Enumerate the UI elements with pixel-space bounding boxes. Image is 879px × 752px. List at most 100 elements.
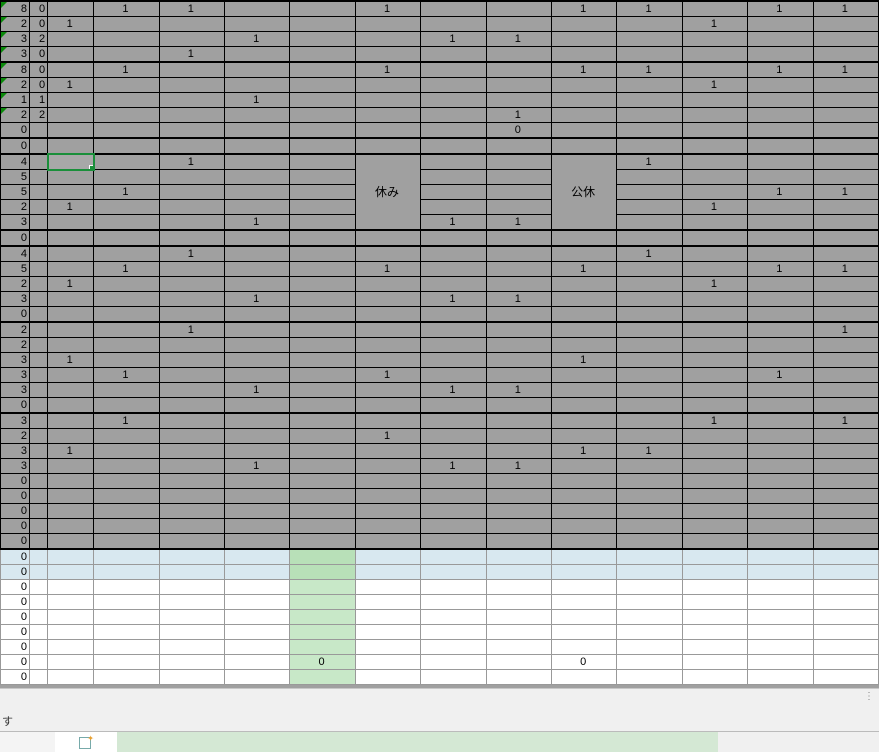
cell[interactable] [421,610,486,625]
cell[interactable] [290,610,355,625]
cell[interactable] [748,123,813,139]
cell[interactable] [551,246,616,262]
cell[interactable] [551,383,616,398]
cell-col-b[interactable] [29,534,47,550]
cell[interactable] [355,383,420,398]
cell[interactable] [748,640,813,655]
cell[interactable] [486,489,551,504]
cell[interactable] [813,17,878,32]
cell[interactable] [813,230,878,246]
cell[interactable] [682,519,747,534]
cell-col-b[interactable] [29,277,47,292]
cell[interactable] [813,47,878,63]
cell[interactable] [551,47,616,63]
cell[interactable] [682,398,747,414]
cell[interactable] [159,489,224,504]
cell[interactable] [355,459,420,474]
cell-col-b[interactable] [29,246,47,262]
cell-col-a[interactable]: 0 [1,230,30,246]
cell[interactable] [290,138,355,154]
cell[interactable] [355,78,420,93]
cell[interactable] [94,655,159,670]
cell[interactable] [290,246,355,262]
cell[interactable] [225,62,290,78]
cell[interactable] [813,383,878,398]
cell[interactable] [94,474,159,489]
cell-col-b[interactable] [29,123,47,139]
cell[interactable] [225,246,290,262]
cell[interactable] [225,108,290,123]
cell[interactable] [617,78,682,93]
cell[interactable] [290,62,355,78]
cell[interactable] [682,353,747,368]
cell[interactable] [486,610,551,625]
cell[interactable] [682,625,747,640]
cell[interactable] [290,595,355,610]
cell[interactable]: 1 [225,459,290,474]
cell[interactable] [355,670,420,685]
cell[interactable] [813,625,878,640]
cell[interactable]: 1 [748,185,813,200]
cell[interactable] [48,170,94,185]
cell[interactable] [682,108,747,123]
cell[interactable]: 1 [225,215,290,231]
cell[interactable] [748,519,813,534]
cell[interactable]: 1 [94,262,159,277]
cell[interactable] [290,1,355,17]
cell[interactable] [617,230,682,246]
cell[interactable] [748,277,813,292]
cell[interactable] [225,534,290,550]
cell[interactable] [421,595,486,610]
cell[interactable] [421,368,486,383]
cell[interactable] [813,277,878,292]
cell-col-b[interactable] [29,580,47,595]
cell[interactable] [421,519,486,534]
cell-col-a[interactable]: 2 [1,429,30,444]
cell[interactable] [486,246,551,262]
task-seg-4[interactable] [718,732,879,752]
cell[interactable] [159,185,224,200]
cell[interactable] [551,108,616,123]
cell[interactable] [355,595,420,610]
cell[interactable] [159,383,224,398]
cell[interactable]: 1 [682,200,747,215]
cell[interactable] [421,307,486,323]
cell-col-a[interactable]: 2 [1,277,30,292]
cell-col-b[interactable] [29,292,47,307]
cell-col-a[interactable]: 3 [1,444,30,459]
cell[interactable] [159,17,224,32]
cell[interactable] [617,580,682,595]
cell[interactable] [748,17,813,32]
cell[interactable] [290,353,355,368]
task-seg-2[interactable]: ✦ [55,732,118,752]
cell[interactable]: 1 [486,215,551,231]
cell[interactable] [159,413,224,429]
cell-col-b[interactable] [29,459,47,474]
cell-col-b[interactable] [29,200,47,215]
cell[interactable] [94,595,159,610]
cell[interactable] [94,307,159,323]
cell-col-b[interactable]: 0 [29,17,47,32]
cell[interactable] [682,32,747,47]
cell[interactable] [486,625,551,640]
cell[interactable] [421,489,486,504]
cell[interactable] [748,383,813,398]
cell[interactable]: 1 [551,444,616,459]
cell[interactable] [355,413,420,429]
cell[interactable] [94,610,159,625]
cell[interactable] [617,307,682,323]
cell[interactable] [748,429,813,444]
cell[interactable] [813,655,878,670]
cell[interactable] [421,504,486,519]
cell[interactable]: 1 [682,413,747,429]
cell[interactable] [290,170,355,185]
cell[interactable] [551,429,616,444]
cell[interactable] [421,625,486,640]
cell[interactable]: 1 [159,246,224,262]
cell[interactable] [617,322,682,338]
cell[interactable] [813,429,878,444]
cell[interactable]: 1 [748,262,813,277]
cell[interactable] [94,32,159,47]
cell[interactable] [290,549,355,565]
cell[interactable] [94,549,159,565]
